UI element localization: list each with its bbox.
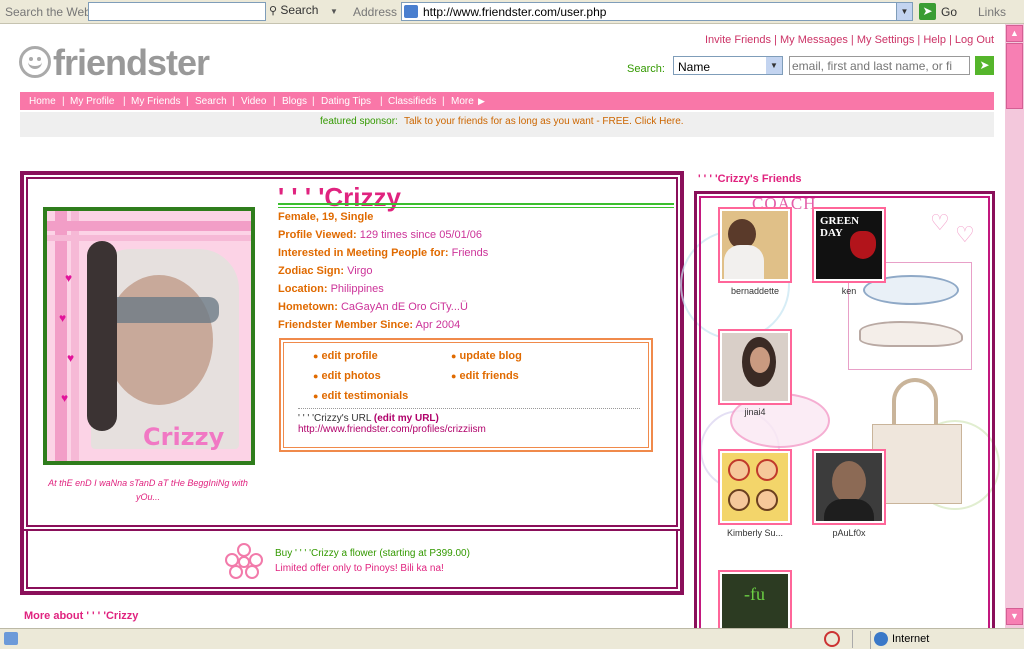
friendster-smiley-icon bbox=[19, 46, 51, 78]
edit-profile-link[interactable]: ● edit profile bbox=[313, 350, 378, 362]
friends-title[interactable]: ' ' ' 'Crizzy's Friends bbox=[698, 173, 802, 185]
my-messages-link[interactable]: My Messages bbox=[780, 34, 848, 46]
location-value[interactable]: Philippines bbox=[331, 283, 384, 295]
edit-testimonials-link[interactable]: ● edit testimonials bbox=[313, 390, 408, 402]
heart-icon: ♥ bbox=[65, 271, 73, 285]
grenade-heart-icon bbox=[850, 231, 876, 259]
interested-value: Friends bbox=[451, 247, 489, 259]
photo-name-overlay: Crizzy bbox=[143, 423, 225, 451]
nav-search[interactable]: Search bbox=[195, 96, 227, 107]
edit-url-link[interactable]: (edit my URL) bbox=[374, 413, 439, 424]
search-type-select[interactable]: Name ▼ bbox=[673, 56, 783, 75]
profile-viewed-value: 129 times since 05/01/06 bbox=[359, 229, 483, 241]
friend-name[interactable]: ken bbox=[804, 286, 894, 296]
arrow-right-icon: ➤ bbox=[979, 58, 990, 72]
web-search-input[interactable] bbox=[88, 2, 266, 21]
search-go-button[interactable]: ➤ bbox=[975, 56, 994, 75]
address-url: http://www.friendster.com/user.php bbox=[423, 5, 607, 19]
friend-name[interactable]: bernaddette bbox=[710, 286, 800, 296]
sponsor-link[interactable]: Talk to your friends for as long as you … bbox=[404, 116, 684, 127]
band-logo-text: GREEN DAY bbox=[820, 215, 860, 239]
search-the-web-label: Search the Web bbox=[5, 5, 91, 19]
nav-more[interactable]: More bbox=[451, 96, 474, 107]
friend-thumb-more[interactable]: -fu bbox=[718, 570, 792, 630]
profile-caption: At thE enD I waNna sTanD aT tHe BeggIniN… bbox=[48, 478, 248, 502]
name-underline bbox=[278, 203, 674, 205]
status-bar: Internet bbox=[0, 628, 1024, 649]
flower-icon[interactable] bbox=[225, 543, 263, 581]
heart-icon: ♥ bbox=[59, 311, 67, 325]
profile-details: Female, 19, Single Profile Viewed: 129 t… bbox=[278, 211, 489, 331]
profile-url-row: ' ' ' 'Crizzy's URL (edit my URL) bbox=[298, 413, 439, 424]
edit-photos-link[interactable]: ● edit photos bbox=[313, 370, 381, 382]
scroll-down-icon[interactable]: ▼ bbox=[1006, 608, 1023, 625]
zodiac-value[interactable]: Virgo bbox=[347, 265, 372, 277]
invite-friends-link[interactable]: Invite Friends bbox=[705, 34, 771, 46]
top-links: Invite Friends | My Messages | My Settin… bbox=[705, 34, 995, 46]
nav-dating-tips[interactable]: Dating Tips bbox=[321, 96, 371, 107]
nav-classifieds[interactable]: Classifieds bbox=[388, 96, 436, 107]
member-since-value: Apr 2004 bbox=[415, 319, 461, 331]
page-status-icon bbox=[4, 632, 18, 645]
heart-icon: ♥ bbox=[67, 351, 75, 365]
nav-video[interactable]: Video bbox=[241, 96, 266, 107]
address-dropdown-icon[interactable]: ▼ bbox=[896, 3, 912, 20]
friend-thumb-jinai4[interactable] bbox=[718, 329, 792, 405]
nav-my-profile[interactable]: My Profile bbox=[70, 96, 114, 107]
select-chevron-down-icon: ▼ bbox=[766, 57, 782, 74]
sponsor-label: featured sponsor: bbox=[320, 116, 398, 127]
magnifier-icon: ⚲ bbox=[269, 5, 278, 17]
buy-flower-link[interactable]: Buy ' ' ' 'Crizzy a flower (starting at … bbox=[275, 548, 470, 559]
profile-summary: Female, 19, Single bbox=[278, 211, 374, 223]
popup-blocked-icon[interactable] bbox=[824, 631, 840, 647]
header-search-label: Search: bbox=[627, 63, 665, 75]
friend-thumb-bernaddette[interactable] bbox=[718, 207, 792, 283]
web-search-button[interactable]: ⚲ Search bbox=[269, 3, 323, 20]
profile-url-link[interactable]: http://www.friendster.com/profiles/crizz… bbox=[298, 424, 486, 435]
links-label[interactable]: Links bbox=[978, 5, 1006, 19]
header-search-input[interactable] bbox=[789, 56, 970, 75]
update-blog-link[interactable]: ● update blog bbox=[451, 350, 522, 362]
browser-toolbar: Search the Web ⚲ Search ▼ Address http:/… bbox=[0, 0, 1024, 24]
my-settings-link[interactable]: My Settings bbox=[857, 34, 914, 46]
nav-my-friends[interactable]: My Friends bbox=[131, 96, 180, 107]
profile-photo[interactable]: ♥ ♥ ♥ ♥ Crizzy bbox=[43, 207, 255, 465]
nav-home[interactable]: Home bbox=[29, 96, 56, 107]
friend-thumb-kimberly[interactable] bbox=[718, 449, 792, 525]
log-out-link[interactable]: Log Out bbox=[955, 34, 994, 46]
scroll-thumb[interactable] bbox=[1006, 43, 1023, 109]
friend-name[interactable]: pAuLf0x bbox=[804, 528, 894, 538]
help-link[interactable]: Help bbox=[923, 34, 946, 46]
friendster-logo[interactable]: friendster bbox=[53, 42, 210, 84]
sponsor-bar: featured sponsor: Talk to your friends f… bbox=[20, 112, 994, 137]
vertical-scrollbar[interactable]: ▲ ▼ bbox=[1005, 24, 1024, 628]
go-arrow-icon: ➤ bbox=[919, 3, 936, 20]
more-about-heading: More about ' ' ' 'Crizzy bbox=[24, 610, 139, 622]
page-icon bbox=[404, 5, 418, 18]
friend-name[interactable]: Kimberly Su... bbox=[710, 528, 800, 538]
address-bar[interactable]: http://www.friendster.com/user.php ▼ bbox=[401, 2, 913, 21]
main-nav: Home | My Profile | My Friends | Search … bbox=[20, 92, 994, 110]
globe-icon bbox=[874, 632, 888, 646]
friend-name[interactable]: jinai4 bbox=[710, 407, 800, 417]
address-label: Address bbox=[353, 5, 398, 19]
heart-icon: ♥ bbox=[61, 391, 69, 405]
edit-friends-link[interactable]: ● edit friends bbox=[451, 370, 519, 382]
search-dropdown-icon[interactable]: ▼ bbox=[327, 4, 341, 19]
friend-thumb-paulfox[interactable] bbox=[812, 449, 886, 525]
more-arrow-icon: ▶ bbox=[478, 96, 485, 106]
scroll-up-icon[interactable]: ▲ bbox=[1006, 25, 1023, 42]
nav-blogs[interactable]: Blogs bbox=[282, 96, 307, 107]
zone-label: Internet bbox=[892, 633, 930, 645]
hometown-value[interactable]: CaGayAn dE Oro CiTy...Ü bbox=[341, 301, 468, 313]
flower-offer-text: Limited offer only to Pinoys! Bili ka na… bbox=[275, 563, 444, 574]
friend-thumb-ken[interactable]: GREEN DAY bbox=[812, 207, 886, 283]
go-button[interactable]: ➤ Go bbox=[919, 3, 964, 21]
